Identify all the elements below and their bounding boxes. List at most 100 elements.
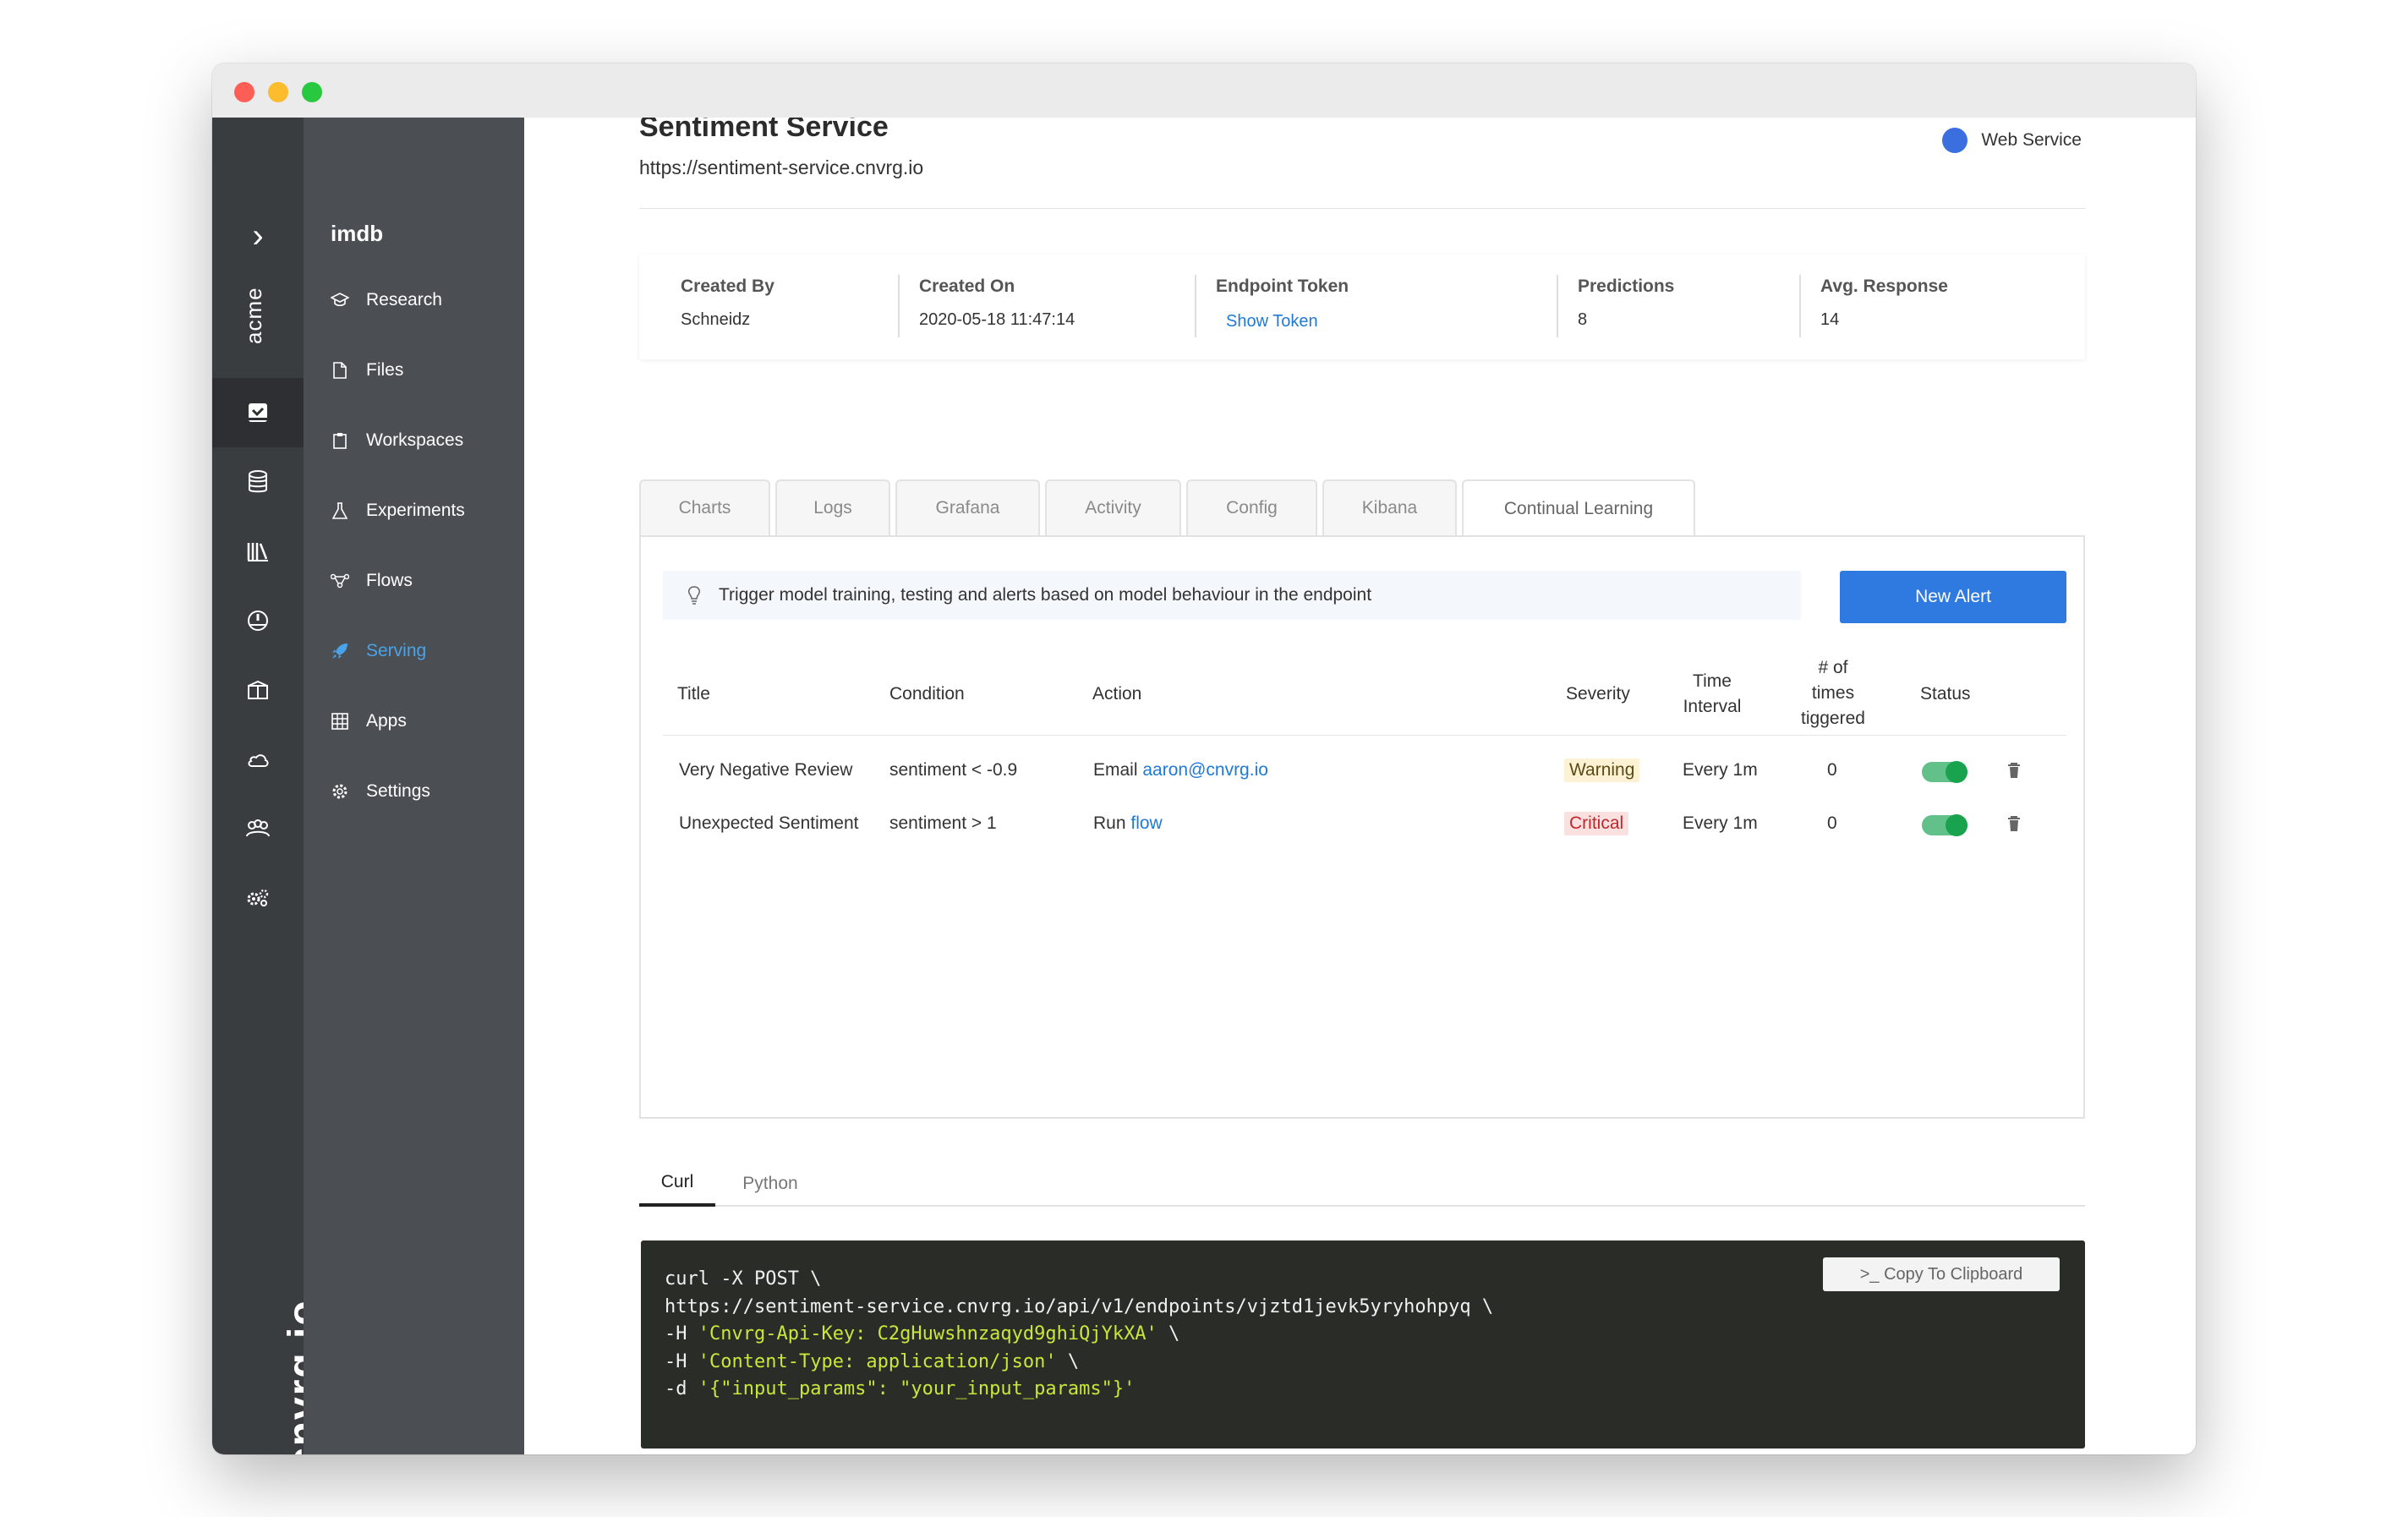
minimize-window-button[interactable] (268, 82, 288, 102)
tab-config[interactable]: Config (1186, 479, 1317, 535)
service-type-label: Web Service (1981, 130, 2082, 150)
created-by-value: Schneidz (681, 310, 751, 329)
tab-charts[interactable]: Charts (639, 479, 770, 535)
nav-item-serving[interactable]: Serving (304, 630, 524, 672)
nav-label: Experiments (366, 501, 465, 520)
action-type: Email (1093, 760, 1138, 780)
grid-icon (331, 712, 349, 731)
kubernetes-icon (1942, 128, 1968, 153)
code-continuation: \ (1056, 1350, 1080, 1372)
column-header-title[interactable]: Title (677, 682, 710, 707)
projects-icon[interactable] (212, 378, 304, 447)
tab-grafana[interactable]: Grafana (895, 479, 1040, 535)
nav-item-flows[interactable]: Flows (304, 560, 524, 602)
divider (1195, 275, 1196, 337)
code-line: -H 'Content-Type: application/json' \ (665, 1349, 2061, 1377)
nav-item-research[interactable]: Research (304, 279, 524, 321)
tab-python[interactable]: Python (732, 1161, 808, 1207)
info-hint: Trigger model training, testing and aler… (663, 571, 1801, 620)
project-name[interactable]: imdb (331, 221, 383, 247)
tab-continual-learning[interactable]: Continual Learning (1462, 479, 1695, 537)
maximize-window-button[interactable] (302, 82, 322, 102)
alert-action: Email aaron@cnvrg.io (1093, 760, 1268, 780)
new-alert-button[interactable]: New Alert (1840, 571, 2066, 623)
code-line: -d '{"input_params": "your_input_params"… (665, 1376, 2061, 1404)
gear-icon (331, 782, 349, 801)
flow-icon (331, 572, 349, 590)
header-divider (663, 735, 2066, 736)
code-continuation: \ (1157, 1323, 1180, 1344)
code-line: -H 'Cnvrg-Api-Key: C2gHuwshnzaqyd9ghiQjY… (665, 1321, 2061, 1349)
project-nav: imdb Research Files Workspaces Experimen… (304, 118, 524, 1454)
cloud-icon[interactable] (212, 725, 304, 794)
header-line: # of (1818, 658, 1848, 677)
tab-activity[interactable]: Activity (1045, 479, 1181, 535)
alert-condition: sentiment > 1 (889, 813, 997, 833)
copy-to-clipboard-button[interactable]: >_ Copy To Clipboard (1823, 1257, 2060, 1291)
code-string: 'Content-Type: application/json' (698, 1350, 1057, 1372)
column-header-status[interactable]: Status (1920, 682, 1971, 707)
nav-item-settings[interactable]: Settings (304, 770, 524, 813)
code-string: '{"input_params": "your_input_params"}' (698, 1378, 1136, 1399)
library-icon[interactable] (212, 517, 304, 586)
column-header-times-triggered[interactable]: # of times tiggered (1791, 655, 1875, 731)
code-flag: -H (665, 1323, 698, 1344)
column-header-condition[interactable]: Condition (889, 682, 965, 707)
close-window-button[interactable] (234, 82, 254, 102)
trash-icon[interactable] (2006, 760, 2022, 780)
status-toggle[interactable] (1922, 761, 1967, 783)
containers-icon[interactable] (212, 655, 304, 725)
main-content: Sentiment Service https://sentiment-serv… (524, 118, 2196, 1454)
members-icon[interactable] (212, 794, 304, 863)
divider (639, 208, 2085, 209)
nav-item-workspaces[interactable]: Workspaces (304, 419, 524, 462)
column-header-action[interactable]: Action (1092, 682, 1141, 707)
organization-name[interactable]: acme (241, 287, 267, 344)
avg-response-value: 14 (1820, 310, 1840, 329)
settings-gears-icon[interactable] (212, 863, 304, 933)
nav-label: Workspaces (366, 430, 464, 450)
expand-chevron-icon[interactable]: › (212, 219, 304, 253)
nav-label: Serving (366, 641, 427, 660)
header-line: tiggered (1801, 709, 1865, 728)
icon-rail: › acme cnvrg.io (212, 118, 326, 1454)
alert-triggered-count: 0 (1827, 760, 1837, 780)
header-line: Time (1693, 671, 1732, 691)
divider (1557, 275, 1558, 337)
service-type: Web Service (1942, 128, 2082, 153)
predictions-label: Predictions (1578, 277, 1675, 296)
nav-item-files[interactable]: Files (304, 349, 524, 392)
endpoint-info-card: Created By Schneidz Created On 2020-05-1… (639, 255, 2085, 359)
trash-icon[interactable] (2006, 813, 2022, 834)
nav-label: Apps (366, 711, 407, 731)
flask-icon (331, 501, 349, 520)
show-token-link[interactable]: Show Token (1226, 312, 1318, 331)
file-icon (331, 361, 349, 380)
action-email-link[interactable]: aaron@cnvrg.io (1142, 760, 1268, 780)
dashboard-icon[interactable] (212, 586, 304, 655)
tab-kibana[interactable]: Kibana (1322, 479, 1457, 535)
service-url[interactable]: https://sentiment-service.cnvrg.io (639, 156, 923, 179)
created-on-label: Created On (919, 277, 1015, 296)
nav-item-experiments[interactable]: Experiments (304, 490, 524, 532)
nav-item-apps[interactable]: Apps (304, 700, 524, 742)
column-header-time-interval[interactable]: Time Interval (1674, 669, 1750, 720)
code-flag: -H (665, 1350, 698, 1372)
tab-logs[interactable]: Logs (775, 479, 890, 535)
divider (898, 275, 900, 337)
status-toggle[interactable] (1922, 814, 1967, 836)
alert-action: Run flow (1093, 813, 1163, 834)
datasets-icon[interactable] (212, 447, 304, 517)
action-type: Run (1093, 813, 1126, 833)
column-header-severity[interactable]: Severity (1566, 682, 1630, 707)
header-line: times (1811, 683, 1855, 703)
severity-badge-warning: Warning (1564, 758, 1640, 782)
tab-curl[interactable]: Curl (639, 1161, 715, 1207)
created-by-label: Created By (681, 277, 774, 296)
endpoint-tabs: Charts Logs Grafana Activity Config Kiba… (639, 479, 2085, 537)
alert-interval: Every 1m (1683, 813, 1758, 833)
code-tabs: Curl Python (639, 1161, 2085, 1207)
action-flow-link[interactable]: flow (1130, 813, 1162, 833)
nav-label: Files (366, 360, 404, 380)
clipboard-icon (331, 431, 349, 450)
